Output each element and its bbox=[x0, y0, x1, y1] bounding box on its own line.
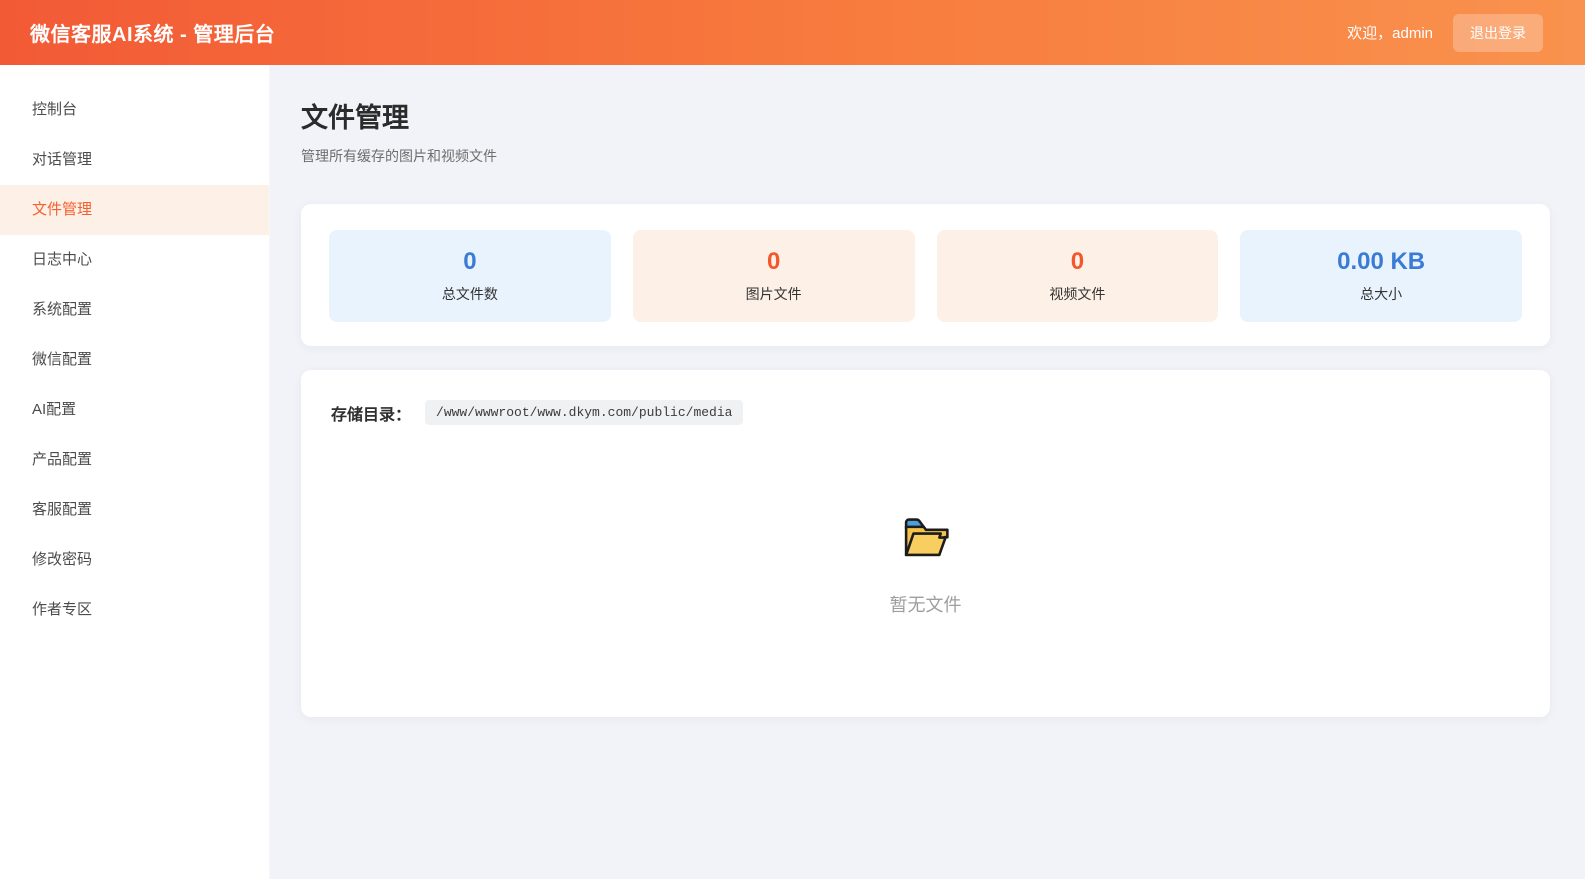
storage-directory-row: 存储目录： /www/wwwroot/www.dkym.com/public/m… bbox=[331, 400, 1520, 425]
open-folder-icon bbox=[898, 510, 954, 560]
sidebar-item-change-password[interactable]: 修改密码 bbox=[0, 535, 269, 585]
sidebar-item-system-config[interactable]: 系统配置 bbox=[0, 285, 269, 335]
stat-label: 总文件数 bbox=[441, 286, 498, 302]
sidebar-item-dashboard[interactable]: 控制台 bbox=[0, 85, 269, 135]
sidebar-item-wechat-config[interactable]: 微信配置 bbox=[0, 335, 269, 385]
sidebar-nav: 控制台 对话管理 文件管理 日志中心 系统配置 微信配置 AI配置 产品配置 客… bbox=[0, 85, 269, 635]
storage-directory-path: /www/wwwroot/www.dkym.com/public/media bbox=[425, 400, 744, 425]
empty-state: 暂无文件 bbox=[331, 510, 1520, 617]
sidebar-item-ai-config[interactable]: AI配置 bbox=[0, 385, 269, 435]
welcome-text: 欢迎，admin bbox=[1347, 25, 1433, 42]
storage-directory-label: 存储目录： bbox=[331, 406, 412, 424]
stat-card-image-files: 0 图片文件 bbox=[632, 230, 915, 322]
stat-value: 0 bbox=[1070, 248, 1085, 275]
sidebar-item-author-zone[interactable]: 作者专区 bbox=[0, 585, 269, 635]
app-header: 微信客服AI系统 - 管理后台 欢迎，admin 退出登录 bbox=[0, 0, 1585, 65]
sidebar-item-service-config[interactable]: 客服配置 bbox=[0, 485, 269, 535]
sidebar: 控制台 对话管理 文件管理 日志中心 系统配置 微信配置 AI配置 产品配置 客… bbox=[0, 65, 270, 879]
sidebar-item-logs[interactable]: 日志中心 bbox=[0, 235, 269, 285]
empty-state-text: 暂无文件 bbox=[889, 595, 962, 615]
stat-label: 视频文件 bbox=[1049, 286, 1106, 302]
logout-button[interactable]: 退出登录 bbox=[1453, 13, 1543, 52]
stat-card-video-files: 0 视频文件 bbox=[936, 230, 1219, 322]
main-layout: 控制台 对话管理 文件管理 日志中心 系统配置 微信配置 AI配置 产品配置 客… bbox=[0, 65, 1585, 879]
stats-grid: 0 总文件数 0 图片文件 0 视频文件 0.00 KB 总大小 bbox=[329, 230, 1522, 322]
page-subtitle: 管理所有缓存的图片和视频文件 bbox=[301, 148, 497, 164]
sidebar-item-product-config[interactable]: 产品配置 bbox=[0, 435, 269, 485]
sidebar-item-conversations[interactable]: 对话管理 bbox=[0, 135, 269, 185]
stat-label: 总大小 bbox=[1360, 286, 1403, 302]
stat-card-total-size: 0.00 KB 总大小 bbox=[1240, 230, 1522, 322]
app-title: 微信客服AI系统 - 管理后台 bbox=[30, 24, 276, 46]
stat-value: 0 bbox=[463, 248, 477, 275]
sidebar-item-files[interactable]: 文件管理 bbox=[0, 185, 269, 235]
stat-label: 图片文件 bbox=[745, 286, 802, 302]
stat-value: 0.00 KB bbox=[1337, 248, 1426, 275]
stat-card-total-files: 0 总文件数 bbox=[329, 230, 611, 322]
stat-value: 0 bbox=[766, 248, 781, 275]
files-panel: 存储目录： /www/wwwroot/www.dkym.com/public/m… bbox=[301, 370, 1550, 717]
stats-panel: 0 总文件数 0 图片文件 0 视频文件 0.00 KB 总大小 bbox=[301, 204, 1550, 346]
header-right: 欢迎，admin 退出登录 bbox=[1347, 13, 1543, 52]
page-title: 文件管理 bbox=[301, 103, 409, 133]
main-content: 文件管理 管理所有缓存的图片和视频文件 0 总文件数 0 图片文件 0 视频文件… bbox=[270, 65, 1585, 879]
